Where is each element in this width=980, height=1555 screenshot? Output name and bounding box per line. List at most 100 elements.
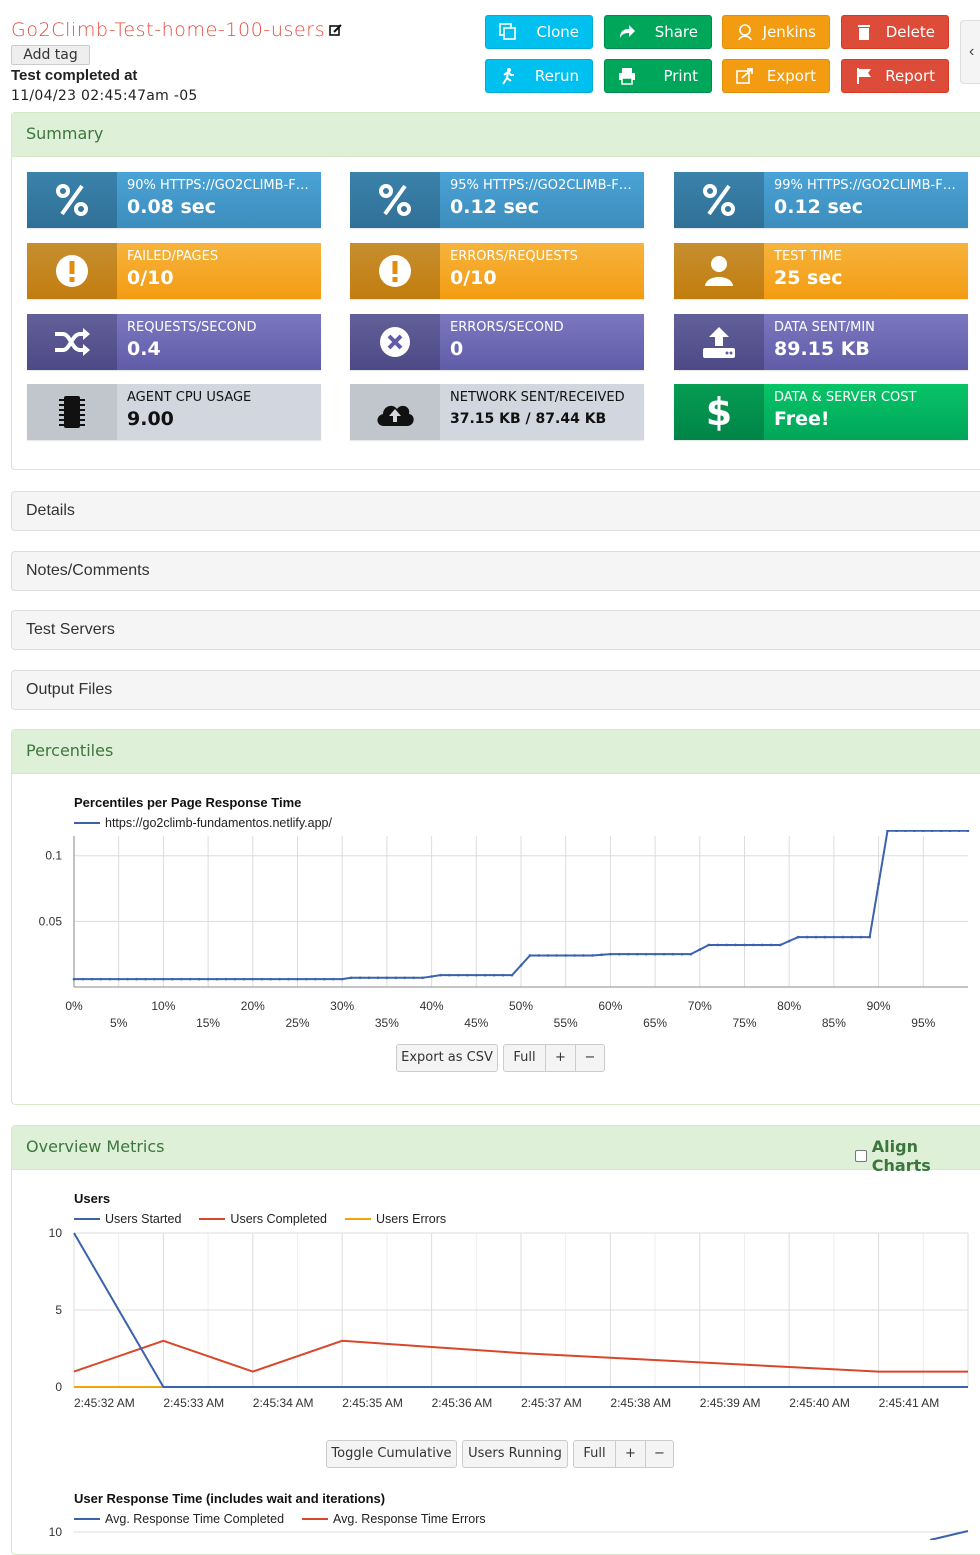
report-label: Report	[885, 67, 935, 85]
users-chart[interactable]: 2:45:32 AM 2:45:33 AM 2:45:34 AM 2:45:35 AM…	[0, 1224, 980, 1414]
data-point	[823, 935, 827, 939]
percentiles-heading[interactable]: Percentiles	[12, 730, 980, 774]
legend-swatch	[74, 1218, 100, 1220]
align-charts-checkbox[interactable]	[855, 1150, 867, 1162]
toggle-cumulative-button[interactable]: Toggle Cumulative	[326, 1440, 457, 1468]
data-point	[662, 952, 666, 956]
x-tick-label: 20%	[241, 999, 265, 1013]
x-tick-label: 95%	[911, 1016, 935, 1030]
zoom-out-button[interactable]: −	[575, 1044, 605, 1072]
zoom-out-button[interactable]: −	[645, 1440, 674, 1468]
delete-label: Delete	[885, 23, 935, 41]
jenkins-button[interactable]: Jenkins	[722, 15, 830, 49]
completed-label: Test completed at	[11, 67, 138, 84]
jenkins-label: Jenkins	[762, 23, 816, 41]
add-tag-button[interactable]: Add tag	[11, 45, 90, 65]
data-point	[716, 943, 719, 947]
data-point	[483, 973, 487, 977]
stat-box-agent-cpu: AGENT CPU USAGE 9.00	[27, 384, 321, 440]
data-point	[206, 977, 210, 981]
trash-icon	[858, 25, 870, 40]
data-point	[179, 977, 183, 981]
data-point	[197, 977, 201, 981]
zoom-in-button[interactable]: +	[545, 1044, 576, 1072]
summary-heading[interactable]: Summary	[12, 113, 980, 157]
stat-value: 0.12 sec	[450, 196, 539, 218]
data-point	[698, 948, 702, 951]
data-point	[761, 943, 764, 947]
data-point	[770, 943, 773, 947]
data-point	[412, 976, 416, 980]
stat-value: 0	[450, 338, 464, 360]
data-point	[394, 976, 398, 980]
print-button[interactable]: Print	[604, 59, 712, 93]
details-section[interactable]: Details	[11, 491, 980, 531]
test-completed-info: Test completed at 11/04/23 02:45:47am -0…	[11, 66, 198, 106]
data-point	[135, 977, 138, 981]
zoom-full-button[interactable]: Full	[503, 1044, 546, 1072]
y-tick-label: 0.1	[45, 849, 62, 863]
legend-item[interactable]: https://go2climb-fundamentos.netlify.app…	[74, 816, 332, 830]
chevron-left-icon: ‹	[969, 43, 975, 60]
rerun-button[interactable]: Rerun	[485, 59, 593, 93]
data-point	[340, 977, 344, 981]
data-point	[108, 977, 112, 981]
data-point	[81, 977, 85, 981]
stat-box-p95: 95% HTTPS://GO2CLIMB-FUNDAMENTOS.NETLIFY…	[350, 172, 644, 228]
report-button[interactable]: Report	[841, 59, 949, 93]
edit-title-icon[interactable]	[329, 20, 343, 42]
data-point	[546, 954, 550, 957]
data-point	[403, 976, 407, 980]
x-tick-label: 0%	[65, 999, 83, 1013]
data-point	[117, 977, 120, 981]
stat-value: 0.08 sec	[127, 196, 216, 218]
data-point	[537, 954, 541, 957]
share-icon	[620, 25, 635, 38]
data-point	[564, 954, 567, 957]
export-csv-button[interactable]: Export as CSV	[396, 1044, 498, 1072]
test-servers-section[interactable]: Test Servers	[11, 610, 980, 650]
response-time-chart[interactable]: 10	[0, 1524, 980, 1540]
data-point	[457, 973, 460, 977]
stat-box-requests-second: REQUESTS/SECOND 0.4	[27, 314, 321, 370]
data-point	[251, 977, 255, 981]
legend-label: https://go2climb-fundamentos.netlify.app…	[105, 816, 332, 830]
data-point	[349, 976, 353, 980]
data-point	[296, 977, 299, 981]
shuffle-icon	[27, 314, 117, 370]
cloud-upload-icon	[350, 384, 440, 440]
users-running-button[interactable]: Users Running	[462, 1440, 568, 1468]
data-point	[475, 973, 478, 977]
data-point	[609, 952, 612, 956]
overview-heading[interactable]: Overview Metrics	[12, 1126, 980, 1170]
align-charts-toggle[interactable]: Align Charts	[855, 1137, 980, 1175]
data-point	[162, 977, 165, 981]
x-tick-label: 30%	[330, 999, 354, 1013]
sidebar-toggle[interactable]: ‹	[960, 20, 980, 84]
data-point	[358, 976, 362, 980]
percentiles-chart[interactable]: 0% 5% 10% 15% 20% 25% 30% 35% 40% 45% 50% 55% 60% 65%…	[0, 830, 980, 1035]
data-point	[796, 935, 800, 939]
data-point	[126, 977, 129, 981]
delete-button[interactable]: Delete	[841, 15, 949, 49]
x-tick-label: 85%	[822, 1016, 846, 1030]
data-point	[278, 977, 281, 981]
data-point	[841, 935, 845, 939]
data-point	[626, 952, 630, 956]
notes-section[interactable]: Notes/Comments	[11, 551, 980, 591]
percent-icon	[350, 172, 440, 228]
output-files-section[interactable]: Output Files	[11, 670, 980, 710]
x-tick-label: 2:45:32 AM	[74, 1396, 135, 1410]
data-point	[725, 943, 728, 947]
x-tick-label: 40%	[420, 999, 444, 1013]
export-button[interactable]: Export	[722, 59, 830, 93]
stat-value: 0.4	[127, 338, 161, 360]
stat-box-p99: 99% HTTPS://GO2CLIMB-FUNDAMENTOS.NETLIFY…	[674, 172, 968, 228]
clone-button[interactable]: Clone	[485, 15, 593, 49]
zoom-in-button[interactable]: +	[615, 1440, 646, 1468]
data-point	[99, 977, 103, 981]
clone-label: Clone	[536, 23, 579, 41]
data-point	[805, 935, 809, 939]
share-button[interactable]: Share	[604, 15, 712, 49]
zoom-full-button[interactable]: Full	[573, 1440, 616, 1468]
